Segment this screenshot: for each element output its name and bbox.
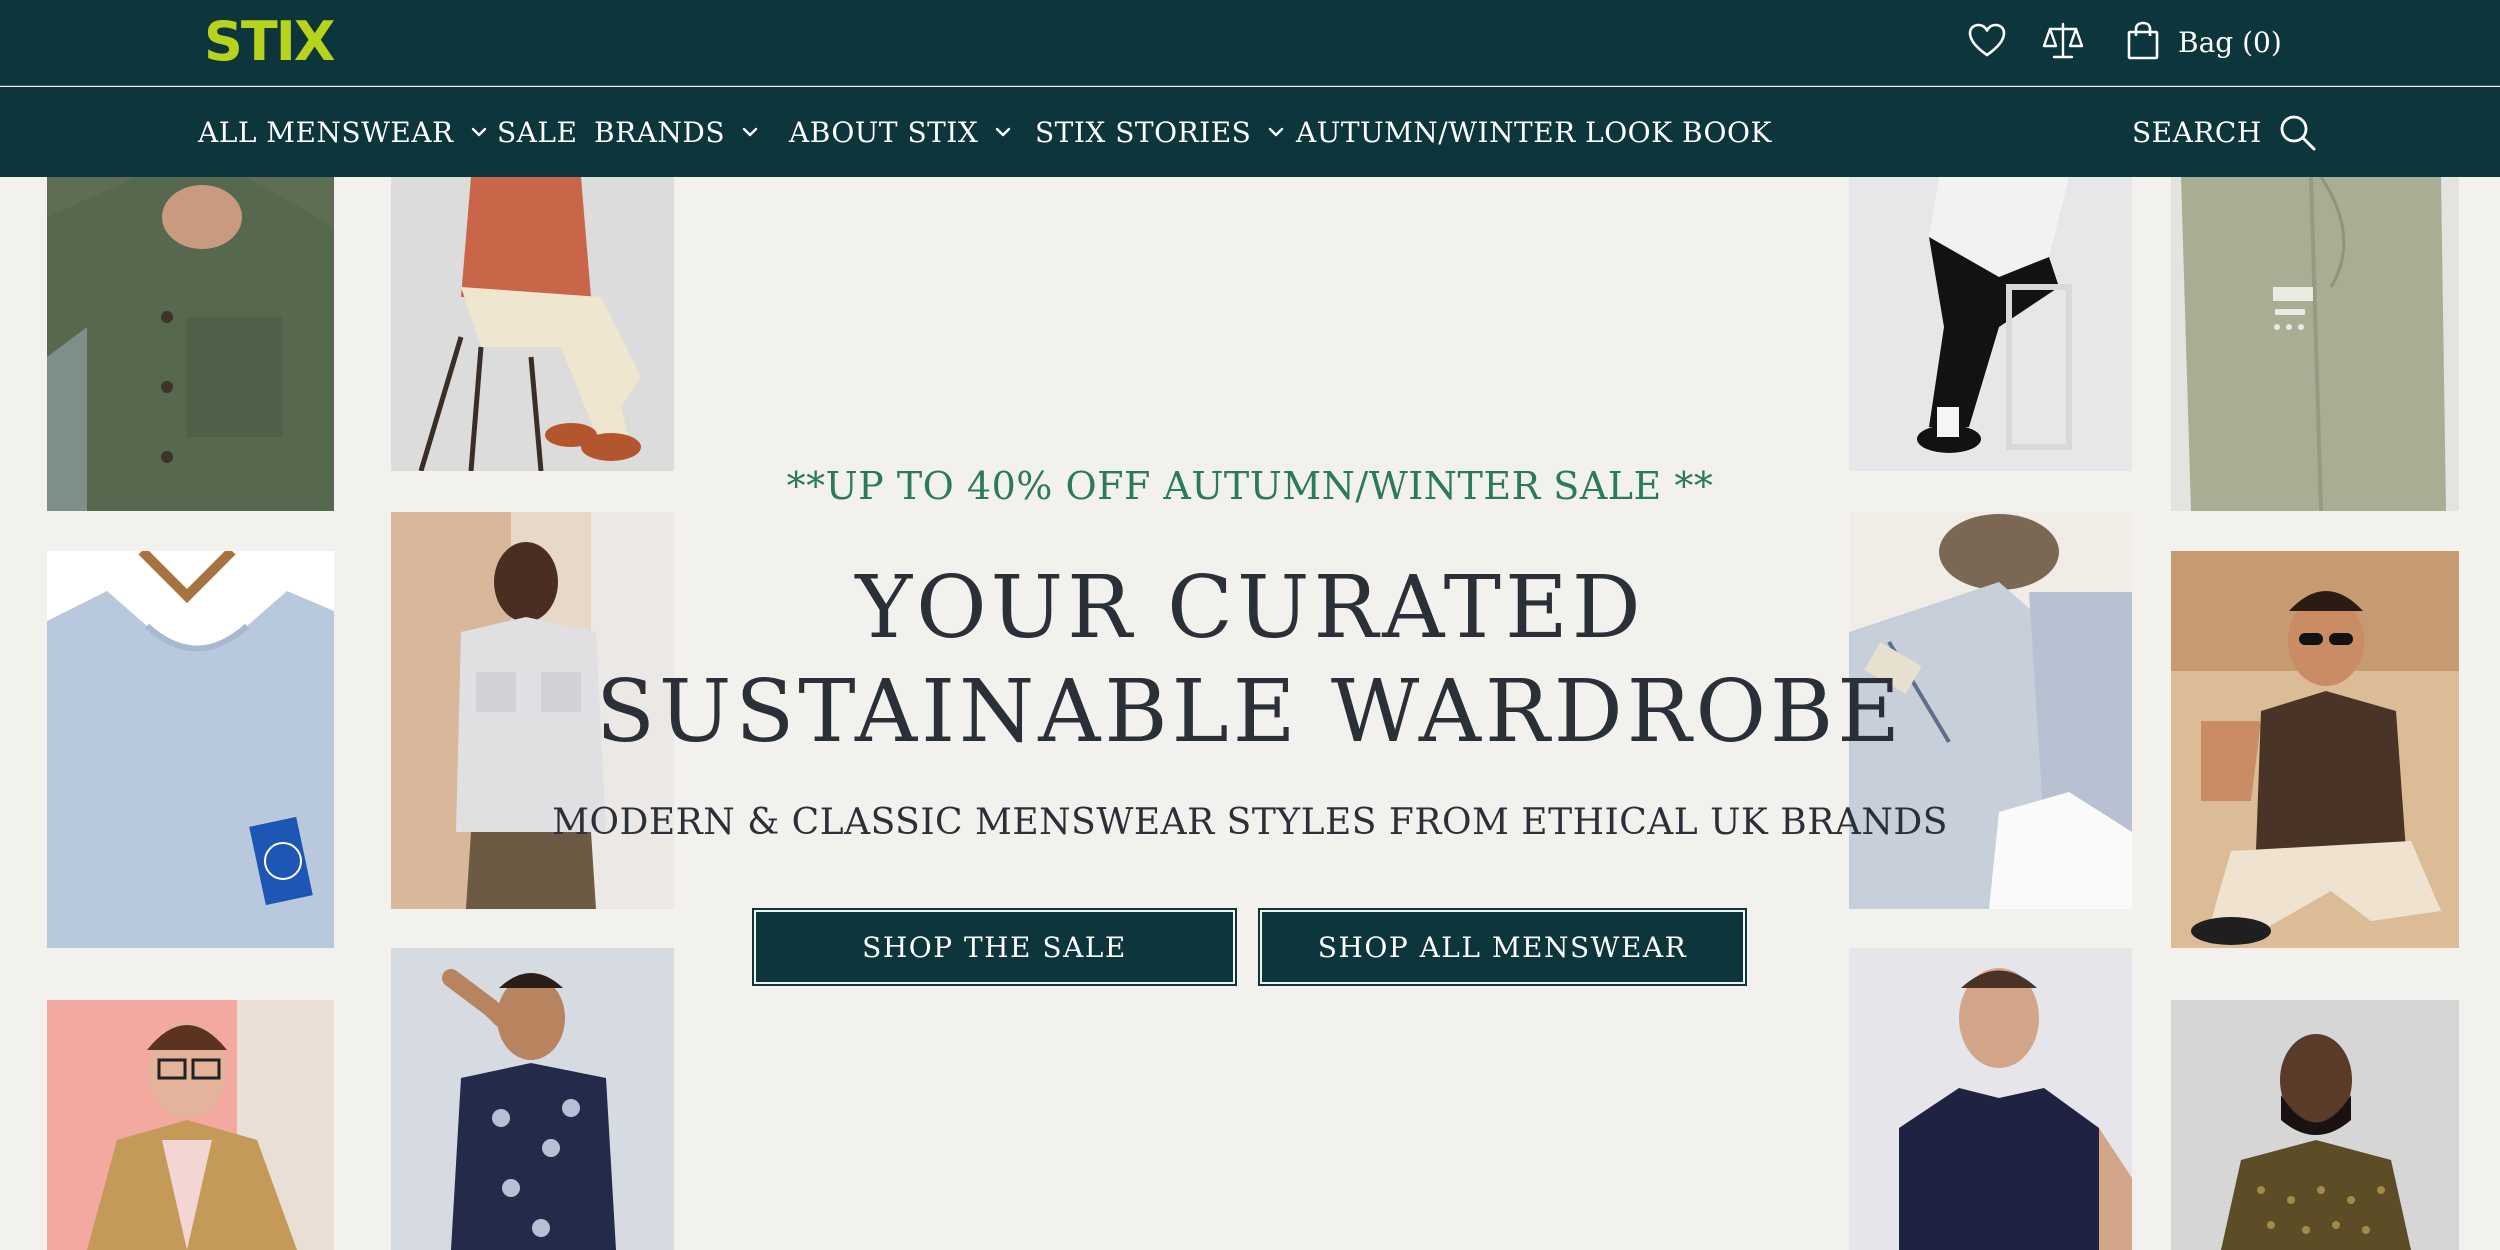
hero-subtitle: MODERN & CLASSIC MENSWEAR STYLES FROM ET… (552, 802, 1948, 843)
man-in-rust-shirt-seated-photo[interactable] (391, 177, 674, 471)
chevron-down-icon (471, 127, 486, 137)
nav-item-sale[interactable]: SALE (497, 87, 577, 177)
man-in-green-overshirt-photo[interactable] (47, 177, 334, 511)
nav-item-brands[interactable]: BRANDS (594, 87, 761, 177)
main-nav: ALL MENSWEAR SALE BRANDS ABOUT STIX STIX… (0, 87, 2500, 177)
nav-item-label: SALE (497, 115, 578, 149)
nav-item-label: BRANDS (594, 115, 726, 149)
hero-title-line-2: SUSTAINABLE WARDROBE (596, 662, 1904, 762)
man-in-mustard-jacket-photo[interactable] (47, 1000, 334, 1250)
nav-item-stix-stories[interactable]: STIX STORIES (1035, 87, 1287, 177)
nav-item-label: ALL MENSWEAR (198, 115, 454, 149)
heart-icon[interactable] (1966, 20, 2008, 62)
sage-joggers-photo[interactable] (2171, 177, 2459, 511)
search-label: SEARCH (2132, 115, 2262, 149)
compare-scale-icon[interactable] (2042, 20, 2084, 62)
shopping-bag-icon[interactable] (2122, 20, 2164, 62)
man-in-navy-tshirt-photo[interactable] (1849, 948, 2132, 1250)
shop-all-menswear-button[interactable]: SHOP ALL MENSWEAR (1258, 908, 1747, 986)
nav-item-all-menswear[interactable]: ALL MENSWEAR (198, 87, 490, 177)
chevron-down-icon (742, 127, 758, 137)
sale-promo-text[interactable]: **UP TO 40% OFF AUTUMN/WINTER SALE ** (0, 464, 2500, 508)
chevron-down-icon (1269, 127, 1284, 137)
man-in-black-trousers-seated-photo[interactable] (1849, 177, 2132, 471)
search-button[interactable]: SEARCH (2132, 87, 2318, 177)
nav-item-label: AUTUMN/WINTER LOOK BOOK (1296, 115, 1772, 149)
logo-text: STIX (204, 12, 335, 68)
stix-logo[interactable]: STIX (204, 12, 336, 68)
nav-item-label: STIX STORIES (1035, 115, 1252, 149)
bag-link[interactable]: Bag (0) (2178, 26, 2282, 59)
man-in-navy-print-shirt-photo[interactable] (391, 948, 674, 1250)
chevron-down-icon (996, 127, 1011, 137)
nav-item-lookbook[interactable]: AUTUMN/WINTER LOOK BOOK (1296, 87, 1772, 177)
top-bar: STIX Bag (0) (0, 0, 2500, 86)
shop-the-sale-button[interactable]: SHOP THE SALE (752, 908, 1237, 986)
hero-title: YOUR CURATED SUSTAINABLE WARDROBE (0, 556, 2500, 764)
man-in-olive-knit-jumper-photo[interactable] (2171, 1000, 2459, 1250)
search-icon (2280, 115, 2316, 151)
hero-title-line-1: YOUR CURATED (855, 558, 1645, 658)
nav-item-about-stix[interactable]: ABOUT STIX (789, 87, 1014, 177)
nav-item-label: ABOUT STIX (789, 115, 979, 149)
